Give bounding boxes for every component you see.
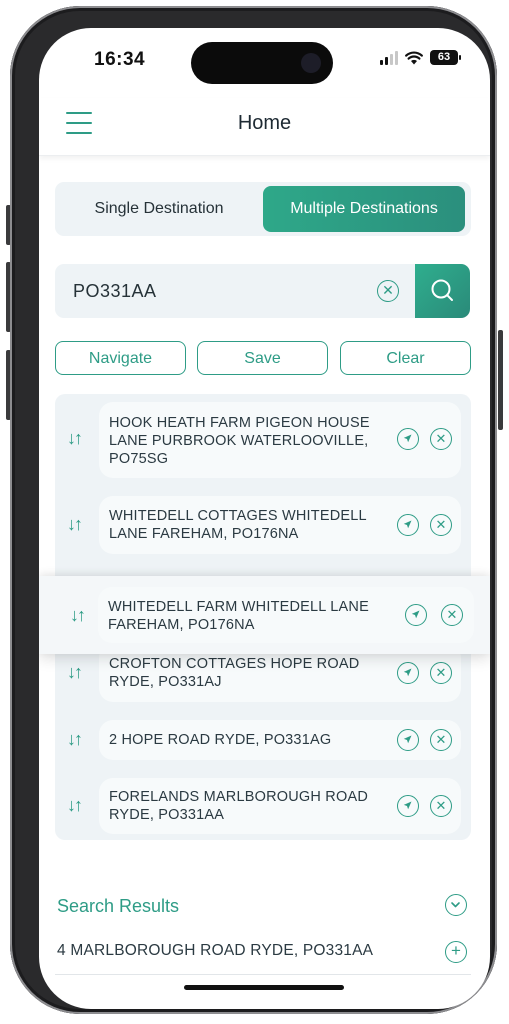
home-indicator[interactable]: [184, 985, 344, 990]
navigation-arrow-icon[interactable]: [397, 795, 419, 817]
postcode-search-input[interactable]: [73, 264, 363, 318]
dragging-destination-row[interactable]: ↓↑ WHITEDELL FARM WHITEDELL LANE FAREHAM…: [39, 576, 490, 654]
navigation-arrow-icon[interactable]: [397, 428, 419, 450]
plus-icon[interactable]: +: [445, 941, 467, 963]
battery-icon: 63: [430, 50, 461, 65]
sort-icon[interactable]: ↓↑: [67, 729, 83, 750]
destination-address: 2 HOPE ROAD RYDE, PO331AG: [109, 732, 332, 748]
navigation-arrow-icon[interactable]: [397, 514, 419, 536]
cellular-signal-icon: [380, 50, 398, 65]
screen: 16:34 63 Home Single Destination Multipl…: [39, 28, 490, 1009]
destination-address: WHITEDELL COTTAGES WHITEDELL LANE FAREHA…: [109, 508, 367, 542]
remove-icon[interactable]: ✕: [430, 428, 452, 450]
action-buttons: Navigate Save Clear: [55, 341, 471, 375]
status-time: 16:34: [94, 49, 146, 70]
camera-icon: [301, 53, 321, 73]
save-button[interactable]: Save: [197, 341, 328, 375]
chevron-down-icon[interactable]: [445, 894, 467, 916]
remove-icon[interactable]: ✕: [430, 514, 452, 536]
destination-mode-toggle: Single Destination Multiple Destinations: [55, 182, 471, 236]
remove-icon[interactable]: ✕: [430, 662, 452, 684]
clear-button[interactable]: Clear: [340, 341, 471, 375]
dynamic-island: [191, 42, 333, 84]
navigate-button[interactable]: Navigate: [55, 341, 186, 375]
search-icon: [431, 279, 453, 301]
wifi-icon: [405, 51, 423, 64]
destination-card: 2 HOPE ROAD RYDE, PO331AG ✕: [99, 720, 461, 760]
app-header: Home: [39, 98, 490, 156]
remove-icon[interactable]: ✕: [430, 795, 452, 817]
sort-icon[interactable]: ↓↑: [67, 662, 83, 683]
destination-card: HOOK HEATH FARM PIGEON HOUSE LANE PURBRO…: [99, 402, 461, 478]
destination-address: HOOK HEATH FARM PIGEON HOUSE LANE PURBRO…: [109, 415, 370, 467]
destination-address: FORELANDS MARLBOROUGH ROAD RYDE, PO331AA: [109, 789, 368, 823]
sort-icon[interactable]: ↓↑: [70, 605, 86, 626]
sort-icon[interactable]: ↓↑: [67, 514, 83, 535]
power-button: [498, 330, 503, 430]
navigation-arrow-icon[interactable]: [397, 729, 419, 751]
remove-icon[interactable]: ✕: [441, 604, 463, 626]
destination-address: CROFTON COTTAGES HOPE ROAD RYDE, PO331AJ: [109, 656, 360, 690]
clear-icon[interactable]: ✕: [377, 280, 399, 302]
search-result-item[interactable]: 4 MARLBOROUGH ROAD RYDE, PO331AA: [57, 942, 373, 960]
multiple-destinations-tab[interactable]: Multiple Destinations: [263, 186, 465, 232]
destination-row: ↓↑ WHITEDELL COTTAGES WHITEDELL LANE FAR…: [55, 496, 471, 554]
remove-icon[interactable]: ✕: [430, 729, 452, 751]
destination-row: ↓↑ FORELANDS MARLBOROUGH ROAD RYDE, PO33…: [55, 778, 471, 834]
divider: [55, 974, 471, 975]
navigation-arrow-icon[interactable]: [397, 662, 419, 684]
search-results-title: Search Results: [57, 896, 180, 916]
destination-row: ↓↑ HOOK HEATH FARM PIGEON HOUSE LANE PUR…: [55, 402, 471, 478]
status-icons: 63: [380, 50, 461, 65]
single-destination-tab[interactable]: Single Destination: [59, 186, 259, 232]
navigation-arrow-icon[interactable]: [405, 604, 427, 626]
search-button[interactable]: [415, 264, 470, 318]
sort-icon[interactable]: ↓↑: [67, 795, 83, 816]
phone-frame: 16:34 63 Home Single Destination Multipl…: [10, 6, 497, 1014]
destination-card: WHITEDELL COTTAGES WHITEDELL LANE FAREHA…: [99, 496, 461, 554]
sort-icon[interactable]: ↓↑: [67, 428, 83, 449]
destination-row: ↓↑ 2 HOPE ROAD RYDE, PO331AG ✕: [55, 720, 471, 760]
destination-address: WHITEDELL FARM WHITEDELL LANE FAREHAM, P…: [108, 599, 369, 633]
destination-card: WHITEDELL FARM WHITEDELL LANE FAREHAM, P…: [98, 587, 474, 643]
search-box: ✕: [55, 264, 415, 318]
page-title: Home: [237, 112, 292, 134]
destination-card: FORELANDS MARLBOROUGH ROAD RYDE, PO331AA…: [99, 778, 461, 834]
